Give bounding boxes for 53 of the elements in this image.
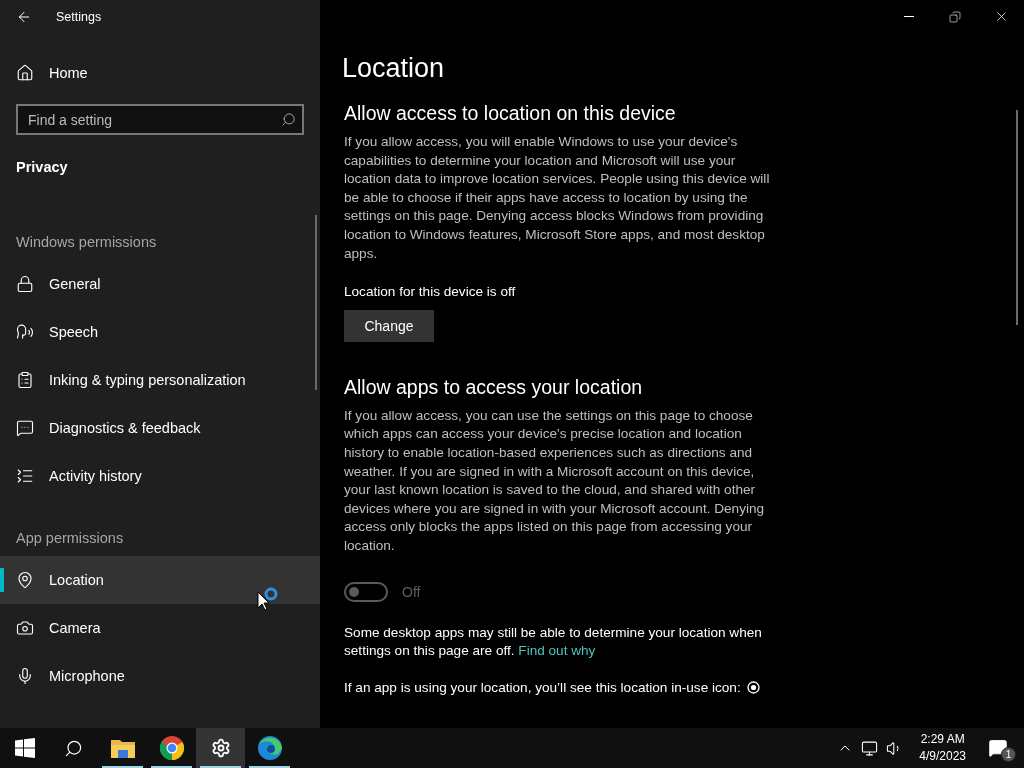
clock[interactable]: 2:29 AM 4/9/2023 <box>911 731 974 765</box>
home-icon <box>16 64 34 82</box>
section-heading: App permissions <box>15 529 125 546</box>
page-title: Location <box>342 53 446 84</box>
section-heading: Windows permissions <box>15 233 158 250</box>
change-button[interactable]: Change <box>344 309 434 342</box>
nav-item[interactable]: General <box>0 260 320 308</box>
minimize-icon <box>904 16 914 17</box>
nav-item[interactable]: Microphone <box>0 652 320 700</box>
timeline-icon <box>16 467 34 485</box>
scrollbar-thumb[interactable] <box>1016 110 1018 325</box>
taskbar-button[interactable] <box>196 728 245 768</box>
description-text: If you allow access, you will enable Windows to use your device's capabilities to determine your location and Microsoft will use your location data to improve location services. People using this device will be able to choose if their apps have access to location by using the settings on this page. Denying access blocks Windows from providing location to Windows features, Microsoft Store apps, and most desktop apps. <box>344 133 771 263</box>
description-text: If you allow access, you can use the settings on this page to choose which apps can access your device's precise location and location history to enable location-based experiences such as directions and weather. If you are signed in with a Microsoft account on this device, your last known location is saved to the cloud, and shared with other devices where you are signed in with your Microsoft account. Denying access only blocks the apps listed on this page from accessing your location. <box>344 406 766 555</box>
browser-logo-icon <box>159 736 184 760</box>
nav-item[interactable]: Diagnostics & feedback <box>0 404 320 452</box>
browser-swirl-icon <box>257 736 282 760</box>
clipboard-icon <box>16 371 34 389</box>
note-text: Some desktop apps may still be able to determine your location when settings on this page are off. Find out why <box>344 623 763 661</box>
microphone-icon <box>16 667 34 685</box>
search-icon <box>281 112 296 127</box>
status-text: Location for this device is off <box>344 283 517 302</box>
location-in-use-icon <box>746 681 760 695</box>
location-pin-icon <box>16 571 34 589</box>
nav-item[interactable]: Activity history <box>0 452 320 500</box>
camera-icon <box>16 619 34 637</box>
section-heading: Allow apps to access your location <box>344 375 644 399</box>
lock-icon <box>16 275 34 293</box>
notification-count: 1 <box>1001 747 1016 762</box>
category-title: Privacy <box>15 158 69 177</box>
message-icon <box>988 738 1008 758</box>
nav-item[interactable]: Inking & typing personalization <box>0 356 320 404</box>
gear-icon <box>210 738 231 758</box>
section-heading: Allow access to location on this device <box>344 102 677 125</box>
find-out-why-link[interactable]: Find out why <box>518 643 596 659</box>
notification-button[interactable]: 1 <box>982 732 1014 764</box>
windows-logo-icon <box>14 738 35 758</box>
search-field[interactable]: Find a setting <box>16 104 304 135</box>
in-use-text: If an app is using your location, you’ll see this location in-use icon: <box>344 678 741 697</box>
window-title: Settings <box>56 9 102 24</box>
search-icon <box>64 738 83 758</box>
nav-item[interactable]: Camera <box>0 604 320 652</box>
folder-icon <box>110 738 135 758</box>
toggle-switch[interactable] <box>344 581 388 602</box>
nav-item[interactable]: Speech <box>0 308 320 356</box>
restore-icon <box>949 10 961 23</box>
toggle-label: Off <box>402 583 421 600</box>
scrollbar-thumb[interactable] <box>315 215 317 390</box>
speaking-person-icon <box>16 323 34 341</box>
home-link[interactable]: Home <box>0 49 320 97</box>
nav-item[interactable]: Location <box>0 556 320 604</box>
feedback-icon <box>16 419 34 437</box>
network-icon[interactable] <box>861 739 879 757</box>
